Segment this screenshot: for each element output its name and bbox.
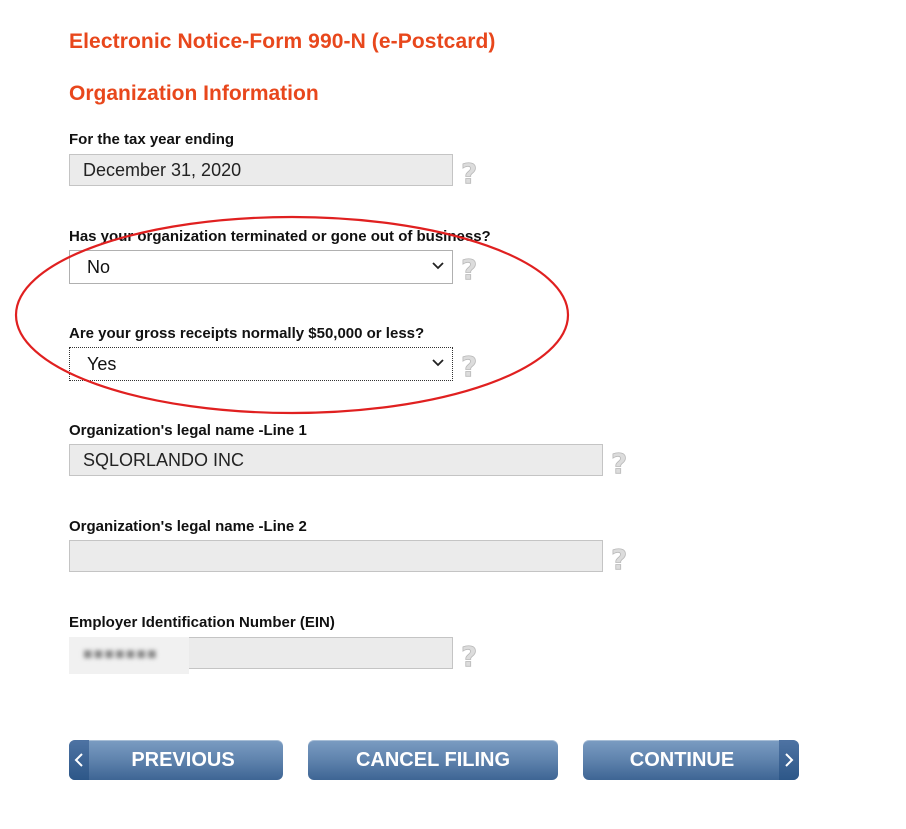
help-question-icon[interactable]: ? xyxy=(458,640,484,674)
continue-button-label: CONTINUE xyxy=(629,748,735,771)
cancel-filing-button[interactable]: CANCEL FILING xyxy=(308,740,558,780)
legal-name-2-label: Organization's legal name -Line 2 xyxy=(69,518,307,535)
help-question-icon[interactable]: ? xyxy=(458,253,484,287)
legal-name-1-label: Organization's legal name -Line 1 xyxy=(69,422,307,439)
tax-year-label: For the tax year ending xyxy=(69,131,235,148)
legal-name-2-field xyxy=(69,540,603,572)
chevron-down-icon xyxy=(432,262,444,270)
help-question-icon[interactable]: ? xyxy=(608,543,634,577)
gross-receipts-select-value: Yes xyxy=(87,354,117,374)
previous-button[interactable]: PREVIOUS xyxy=(69,740,283,780)
svg-text:?: ? xyxy=(461,157,477,189)
terminated-label: Has your organization terminated or gone… xyxy=(69,228,491,245)
section-title: Organization Information xyxy=(69,82,319,105)
chevron-right-icon xyxy=(779,740,799,780)
terminated-select[interactable]: No xyxy=(69,250,453,284)
chevron-left-icon xyxy=(69,740,89,780)
ein-label: Employer Identification Number (EIN) xyxy=(69,614,335,631)
annotation-ellipse xyxy=(14,215,570,415)
help-question-icon[interactable]: ? xyxy=(608,447,634,481)
continue-button[interactable]: CONTINUE xyxy=(583,740,799,780)
gross-receipts-label: Are your gross receipts normally $50,000… xyxy=(69,325,425,342)
svg-text:?: ? xyxy=(461,253,477,285)
svg-text:?: ? xyxy=(611,447,627,479)
legal-name-1-field: SQLORLANDO INC xyxy=(69,444,603,476)
svg-text:?: ? xyxy=(611,543,627,575)
svg-text:?: ? xyxy=(461,350,477,382)
previous-button-label: PREVIOUS xyxy=(131,748,235,771)
ein-redacted-value: ■■■■■■■ xyxy=(69,637,189,674)
chevron-down-icon xyxy=(432,359,444,367)
gross-receipts-select[interactable]: Yes xyxy=(69,347,453,381)
terminated-select-value: No xyxy=(87,257,111,277)
tax-year-field: December 31, 2020 xyxy=(69,154,453,186)
page-title: Electronic Notice-Form 990-N (e-Postcard… xyxy=(69,30,496,53)
cancel-filing-button-label: CANCEL FILING xyxy=(355,748,511,771)
svg-text:?: ? xyxy=(461,640,477,672)
help-question-icon[interactable]: ? xyxy=(458,350,484,384)
help-question-icon[interactable]: ? xyxy=(458,157,484,191)
